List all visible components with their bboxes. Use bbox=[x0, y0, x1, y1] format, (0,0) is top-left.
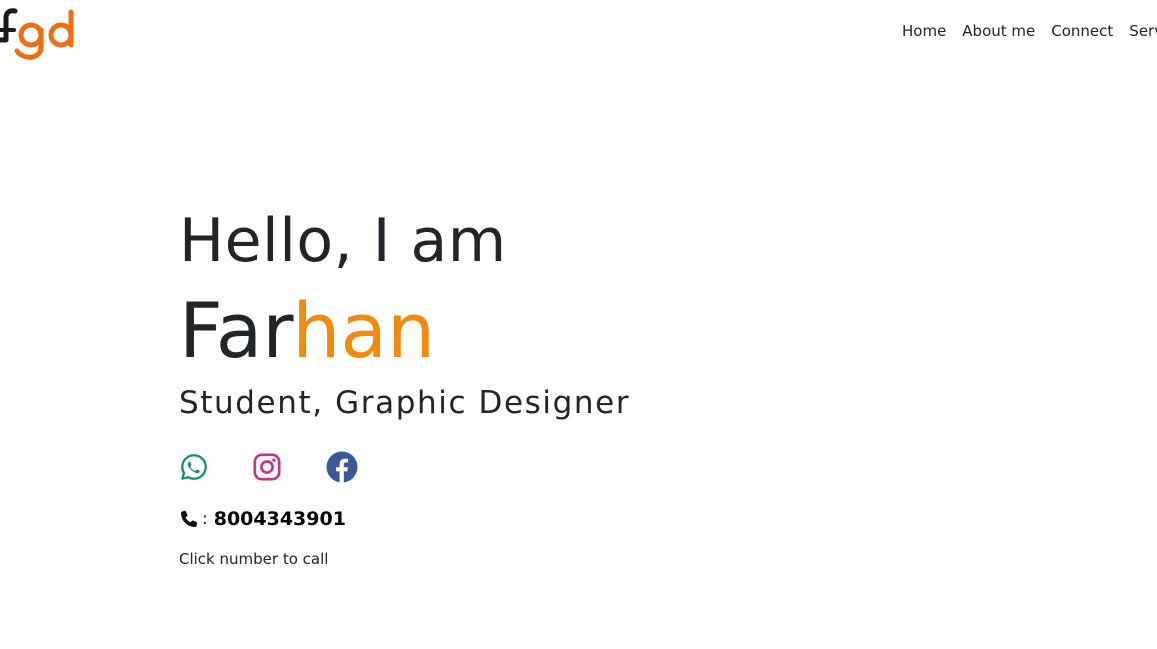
logo-mark bbox=[0, 8, 74, 60]
site-logo[interactable] bbox=[0, 4, 80, 60]
name-heading: Farhan bbox=[179, 284, 630, 378]
greeting-heading: Hello, I am bbox=[179, 206, 507, 276]
name-accent-part: han bbox=[292, 286, 436, 375]
social-links bbox=[179, 450, 630, 484]
nav-about-me[interactable]: About me bbox=[954, 22, 1043, 40]
phone-row: : 8004343901 bbox=[179, 506, 630, 532]
navbar: Home About me Connect Serv bbox=[0, 0, 1157, 66]
facebook-link[interactable] bbox=[326, 451, 358, 483]
facebook-icon bbox=[326, 451, 358, 483]
name-first-part: Far bbox=[179, 286, 293, 375]
hero-section: Hello, I am Farhan Student, Graphic Desi… bbox=[179, 198, 630, 568]
nav-services[interactable]: Serv bbox=[1121, 22, 1157, 40]
whatsapp-link[interactable] bbox=[179, 452, 209, 482]
nav-connect[interactable]: Connect bbox=[1043, 22, 1121, 40]
nav-home[interactable]: Home bbox=[894, 22, 954, 40]
whatsapp-icon bbox=[181, 454, 207, 480]
main-nav: Home About me Connect Serv bbox=[894, 22, 1157, 40]
phone-number-link[interactable]: 8004343901 bbox=[214, 508, 346, 530]
call-hint: Click number to call bbox=[179, 550, 329, 568]
instagram-link[interactable] bbox=[252, 452, 282, 482]
phone-separator: : bbox=[202, 509, 208, 529]
instagram-icon bbox=[253, 453, 281, 481]
phone-icon bbox=[181, 510, 198, 527]
role-subtitle: Student, Graphic Designer bbox=[179, 385, 631, 421]
